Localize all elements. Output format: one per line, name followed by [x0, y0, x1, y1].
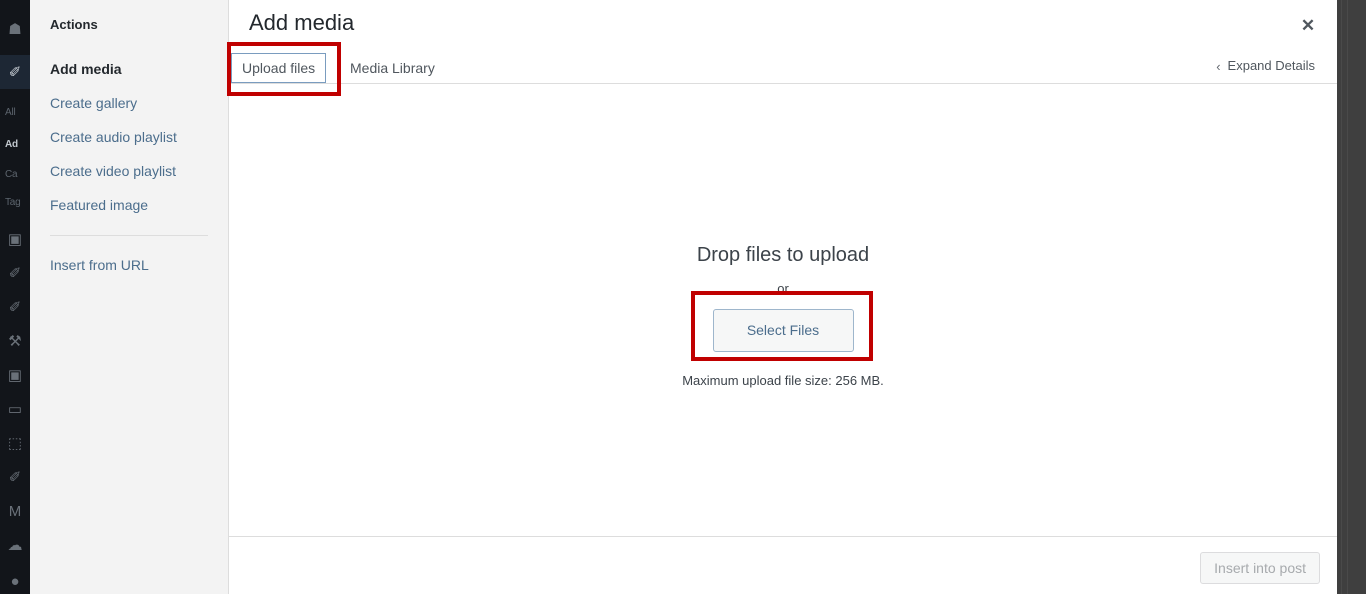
max-upload-size-note: Maximum upload file size: 256 MB.	[682, 373, 884, 388]
modal-tab-bar: Upload files Media Library	[229, 48, 1337, 84]
tab-media-library[interactable]: Media Library	[339, 53, 446, 83]
menu-item-add-media[interactable]: Add media	[30, 52, 228, 86]
drop-headline: Drop files to upload	[696, 244, 870, 266]
pages-pin-icon[interactable]: ✐	[0, 256, 30, 290]
menu-divider	[50, 235, 208, 236]
media-icon[interactable]: ▣	[0, 222, 30, 256]
chevron-left-icon: ‹	[1216, 58, 1221, 74]
tab-upload-files[interactable]: Upload files	[231, 53, 327, 83]
menu-link-create-audio-playlist[interactable]: Create audio playlist	[30, 120, 228, 154]
menu-item-create-gallery[interactable]: Create gallery	[30, 86, 228, 120]
menu-link-insert-from-url[interactable]: Insert from URL	[30, 248, 228, 282]
expand-details-toggle[interactable]: ‹ Expand Details	[1216, 57, 1315, 75]
admin-subitem-categories[interactable]: Ca	[0, 166, 30, 183]
tools-icon[interactable]: ⬚	[0, 426, 30, 460]
comments-icon[interactable]: ▭	[0, 392, 30, 426]
menu-item-featured-image[interactable]: Featured image	[30, 188, 228, 222]
menu-item-create-video-playlist[interactable]: Create video playlist	[30, 154, 228, 188]
menu-item-create-audio-playlist[interactable]: Create audio playlist	[30, 120, 228, 154]
select-files-button[interactable]: Select Files	[712, 309, 854, 352]
menu-item-insert-from-url[interactable]: Insert from URL	[30, 248, 228, 282]
plugins-icon[interactable]: ⚒	[0, 324, 30, 358]
modal-backdrop	[1337, 0, 1366, 594]
modal-menu-pane: Actions Add media Create gallery Create …	[30, 0, 229, 594]
close-icon[interactable]: ✕	[1291, 10, 1325, 40]
admin-subitem-tags[interactable]: Tag	[0, 194, 30, 211]
wp-admin-sidebar: ☗ ✐ All Ad Ca Tag ▣ ✐ ✐ ⚒ ▣ ▭ ⬚ ✐ M ☁ ●	[0, 0, 30, 594]
menu-link-create-gallery[interactable]: Create gallery	[30, 86, 228, 120]
monsterinsights-icon[interactable]: M	[0, 494, 30, 528]
admin-subitem-all[interactable]: All	[0, 104, 30, 121]
screen: ☗ ✐ All Ad Ca Tag ▣ ✐ ✐ ⚒ ▣ ▭ ⬚ ✐ M ☁ ● …	[0, 0, 1366, 594]
menu-link-add-media[interactable]: Add media	[30, 52, 228, 86]
upload-dropzone[interactable]: Drop files to upload or Select Files Max…	[229, 84, 1337, 536]
cloud-icon[interactable]: ☁	[0, 528, 30, 562]
add-media-modal: Actions Add media Create gallery Create …	[30, 0, 1337, 594]
insert-into-post-button[interactable]: Insert into post	[1200, 552, 1320, 584]
users-icon[interactable]: ▣	[0, 358, 30, 392]
menu-heading: Actions	[50, 17, 98, 32]
settings-pin-icon[interactable]: ✐	[0, 460, 30, 494]
modal-content-pane: Add media ✕ Upload files Media Library ‹…	[229, 0, 1337, 594]
profile-icon[interactable]: ●	[0, 564, 30, 594]
dashboard-icon[interactable]: ☗	[0, 12, 30, 46]
drop-or-separator: or	[777, 281, 789, 296]
expand-details-label: Expand Details	[1227, 58, 1315, 73]
appearance-pin-icon[interactable]: ✐	[0, 290, 30, 324]
menu-list: Add media Create gallery Create audio pl…	[30, 52, 228, 222]
page-title: Add media	[249, 10, 355, 35]
posts-pin-icon[interactable]: ✐	[0, 55, 30, 89]
menu-link-featured-image[interactable]: Featured image	[30, 188, 228, 222]
admin-subitem-add[interactable]: Ad	[0, 136, 30, 153]
modal-bottom-toolbar: Insert into post	[229, 536, 1337, 594]
menu-link-create-video-playlist[interactable]: Create video playlist	[30, 154, 228, 188]
menu-list-secondary: Insert from URL	[30, 248, 228, 282]
